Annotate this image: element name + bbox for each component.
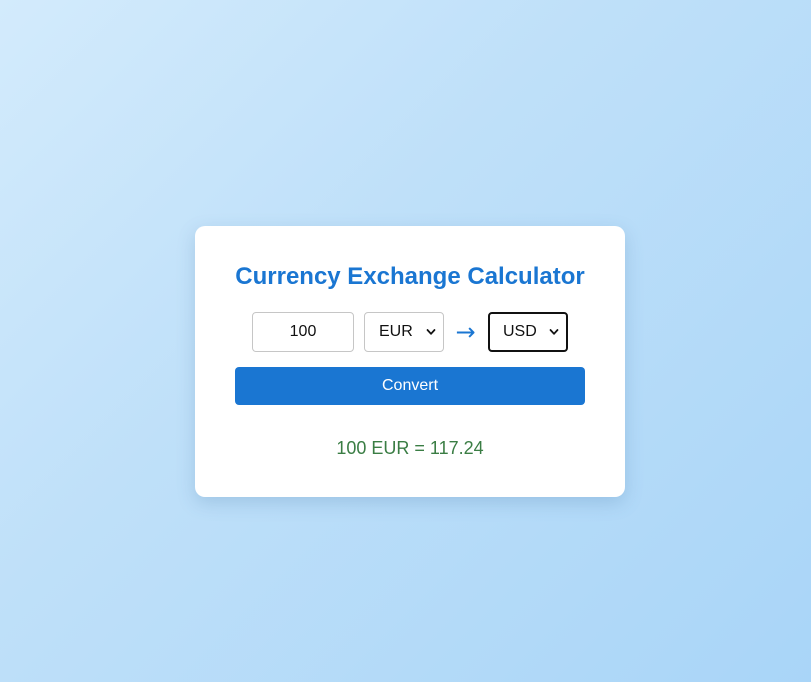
result-text: 100 EUR = 117.24 [336,438,484,458]
chevron-down-icon [426,328,436,335]
from-currency-value: EUR [379,322,413,340]
chevron-down-icon [549,328,559,335]
converter-row: EUR → USD [252,311,568,352]
to-currency-value: USD [503,322,537,340]
to-currency-select[interactable]: USD [488,311,568,352]
page-title: Currency Exchange Calculator [235,263,585,290]
convert-button[interactable]: Convert [235,367,585,405]
amount-input[interactable] [252,311,354,352]
calculator-card: Currency Exchange Calculator EUR → USD C… [195,226,625,497]
from-currency-select[interactable]: EUR [364,311,444,352]
right-arrow-icon: → [455,317,476,346]
